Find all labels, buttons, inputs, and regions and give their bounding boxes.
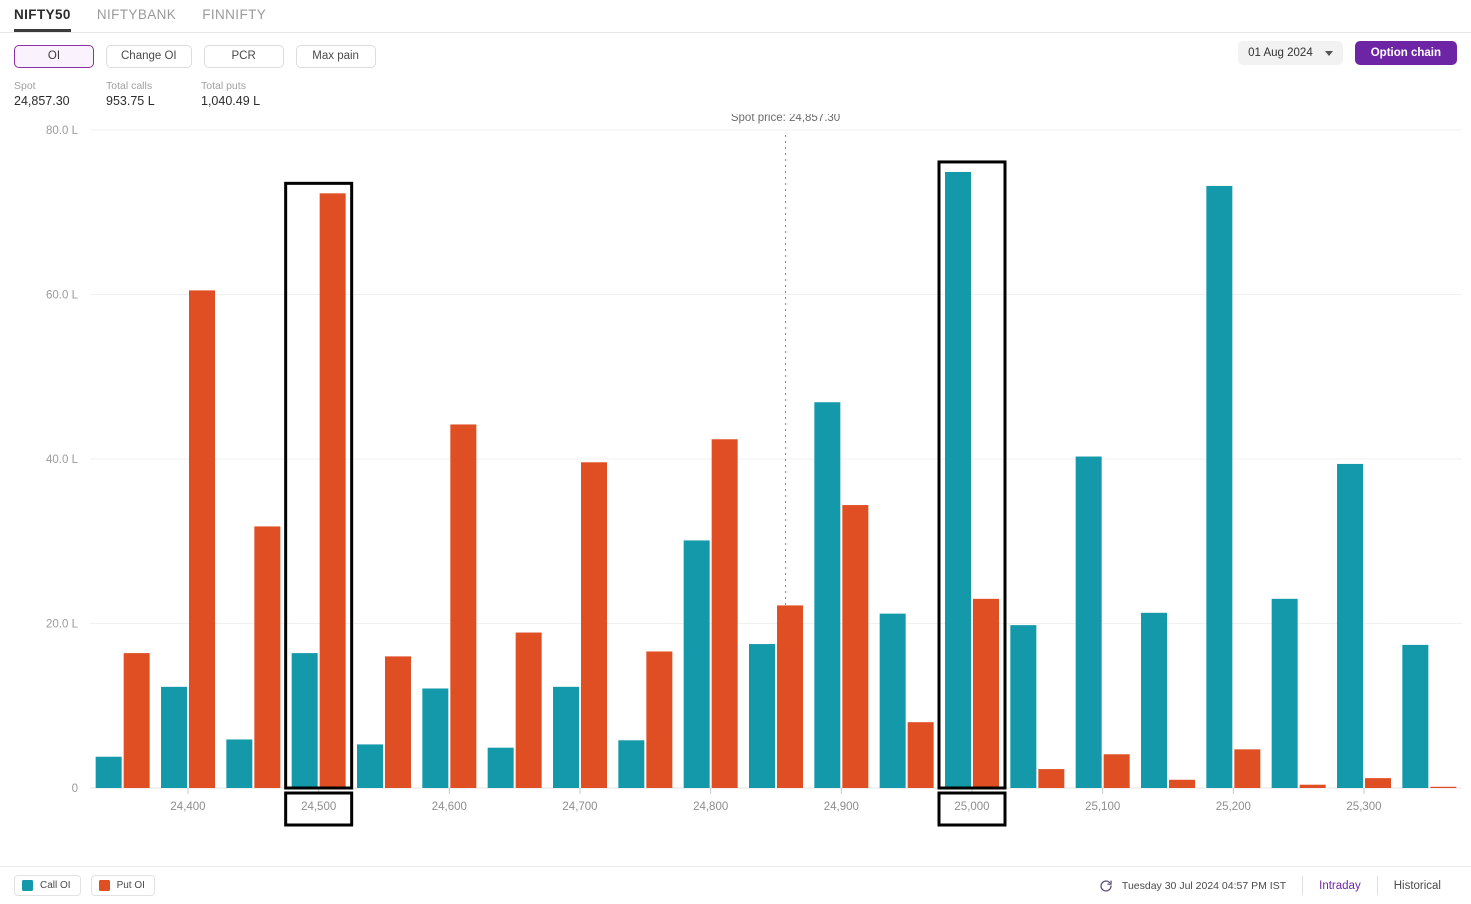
stat-total-calls: Total calls 953.75 L	[106, 79, 201, 110]
refresh-icon[interactable]	[1099, 879, 1113, 893]
put-oi-bar[interactable]	[319, 193, 346, 788]
x-axis-tick-label: 24,500	[301, 801, 336, 813]
view-button-oi[interactable]: OI	[14, 44, 94, 68]
stat-total-puts-value: 1,040.49 L	[201, 94, 261, 108]
y-axis-tick-label: 60.0 L	[46, 290, 79, 302]
put-oi-bar[interactable]	[711, 439, 738, 788]
footer-tab-intraday[interactable]: Intraday	[1303, 880, 1377, 892]
put-oi-bar[interactable]	[1430, 786, 1457, 788]
put-oi-bar[interactable]	[1103, 754, 1130, 788]
oi-chart-svg[interactable]: 0 20.0 L 40.0 L 60.0 L 80.0 L Spot price: 24,…	[0, 114, 1471, 859]
call-oi-bar[interactable]	[95, 756, 122, 788]
tab-niftybank[interactable]: NIFTYBANK	[97, 7, 176, 33]
tab-nifty50[interactable]: NIFTY50	[14, 7, 71, 32]
y-axis-tick-label: 20.0 L	[46, 619, 79, 631]
view-button-pcr[interactable]: PCR	[203, 44, 284, 68]
chart-legend: Call OI Put OI	[14, 875, 155, 896]
put-oi-bar[interactable]	[1234, 749, 1261, 788]
x-axis-tick-label: 24,900	[824, 801, 859, 813]
call-oi-bar[interactable]	[1206, 185, 1233, 788]
y-axis-tick-label: 80.0 L	[46, 125, 79, 137]
y-axis-tick-label: 0	[72, 783, 78, 795]
put-oi-bar[interactable]	[973, 598, 999, 788]
legend-label-call-oi: Call OI	[40, 880, 71, 891]
last-updated-timestamp: Tuesday 30 Jul 2024 04:57 PM IST	[1121, 879, 1287, 892]
view-button-change-oi[interactable]: Change OI	[106, 44, 192, 68]
put-oi-bar[interactable]	[254, 526, 281, 788]
stat-spot-value: 24,857.30	[14, 94, 70, 108]
call-oi-bar[interactable]	[226, 739, 253, 788]
call-oi-bar[interactable]	[1337, 463, 1363, 788]
x-axis-tick-label: 25,100	[1085, 801, 1120, 813]
call-oi-bar[interactable]	[879, 613, 906, 788]
x-axis-tick-label: 24,700	[562, 801, 597, 813]
put-oi-swatch	[98, 880, 110, 891]
call-oi-swatch	[22, 880, 33, 891]
call-oi-bar[interactable]	[814, 402, 841, 788]
controls-row: OI Change OI PCR Max pain 01 Aug 2024 Op…	[0, 41, 1471, 71]
put-oi-bar[interactable]	[842, 505, 869, 788]
legend-label-put-oi: Put OI	[116, 880, 145, 891]
call-oi-bar[interactable]	[618, 740, 645, 788]
put-oi-bar[interactable]	[907, 722, 934, 788]
spot-price-label: Spot price: 24,857.30	[731, 114, 840, 124]
put-oi-bar[interactable]	[515, 632, 542, 788]
x-axis-tick-label: 24,400	[170, 801, 205, 813]
expiry-date-value: 01 Aug 2024	[1248, 47, 1313, 59]
x-axis-tick-label: 25,300	[1346, 801, 1381, 813]
put-oi-bar[interactable]	[1038, 769, 1065, 788]
call-oi-bar[interactable]	[291, 653, 318, 788]
put-oi-bar[interactable]	[1299, 784, 1326, 788]
call-oi-bar[interactable]	[357, 744, 383, 788]
put-oi-bar[interactable]	[123, 653, 150, 788]
call-oi-bar[interactable]	[1010, 625, 1037, 788]
x-axis-tick-label: 24,600	[432, 801, 467, 813]
call-oi-bar[interactable]	[749, 644, 775, 788]
stat-spot: Spot 24,857.30	[14, 79, 106, 110]
call-oi-bar[interactable]	[1141, 612, 1167, 788]
expiry-date-selector[interactable]: 01 Aug 2024	[1238, 41, 1343, 65]
call-oi-bar[interactable]	[422, 688, 449, 788]
right-controls: 01 Aug 2024 Option chain	[1238, 41, 1457, 65]
view-button-max-pain[interactable]: Max pain	[295, 44, 376, 68]
oi-chart: 0 20.0 L 40.0 L 60.0 L 80.0 L Spot price: 24,…	[0, 114, 1471, 859]
put-oi-bar[interactable]	[450, 424, 477, 788]
put-oi-bar[interactable]	[777, 605, 803, 788]
call-oi-bar[interactable]	[683, 540, 710, 788]
option-chain-button[interactable]: Option chain	[1354, 41, 1457, 65]
stat-total-calls-value: 953.75 L	[106, 94, 155, 108]
call-oi-bar[interactable]	[1075, 456, 1102, 788]
y-axis-tick-label: 40.0 L	[46, 454, 79, 466]
stat-total-puts-label: Total puts	[201, 80, 246, 92]
chevron-down-icon	[1324, 50, 1333, 56]
stat-total-calls-label: Total calls	[106, 80, 153, 92]
index-tabs: NIFTY50 NIFTYBANK FINNIFTY	[0, 0, 1471, 33]
call-oi-bar[interactable]	[161, 686, 187, 788]
call-oi-bar[interactable]	[945, 171, 971, 788]
call-oi-bar[interactable]	[553, 686, 579, 788]
stat-total-puts: Total puts 1,040.49 L	[201, 79, 260, 110]
legend-item-call-oi[interactable]: Call OI	[14, 875, 81, 896]
legend-item-put-oi[interactable]: Put OI	[90, 875, 155, 896]
x-axis-tick-label: 25,000	[954, 801, 989, 813]
put-oi-bar[interactable]	[1169, 779, 1195, 788]
put-oi-bar[interactable]	[581, 462, 607, 788]
chart-footer: Call OI Put OI Tuesday 30 Jul 2024 04:57…	[0, 866, 1471, 904]
put-oi-bar[interactable]	[189, 290, 215, 788]
call-oi-bar[interactable]	[1402, 644, 1429, 788]
x-axis-tick-label: 24,800	[693, 801, 728, 813]
put-oi-bar[interactable]	[385, 656, 411, 788]
put-oi-bar[interactable]	[646, 651, 673, 788]
call-oi-bar[interactable]	[1271, 598, 1298, 788]
footer-tab-historical[interactable]: Historical	[1378, 880, 1457, 892]
stats-bar: Spot 24,857.30 Total calls 953.75 L Tota…	[0, 71, 1471, 110]
footer-right: Tuesday 30 Jul 2024 04:57 PM IST Intrada…	[1099, 876, 1457, 895]
x-axis-tick-label: 25,200	[1216, 801, 1251, 813]
stat-spot-label: Spot	[14, 80, 36, 92]
put-oi-bar[interactable]	[1365, 778, 1391, 788]
tab-finnifty[interactable]: FINNIFTY	[202, 7, 266, 33]
call-oi-bar[interactable]	[487, 747, 514, 788]
